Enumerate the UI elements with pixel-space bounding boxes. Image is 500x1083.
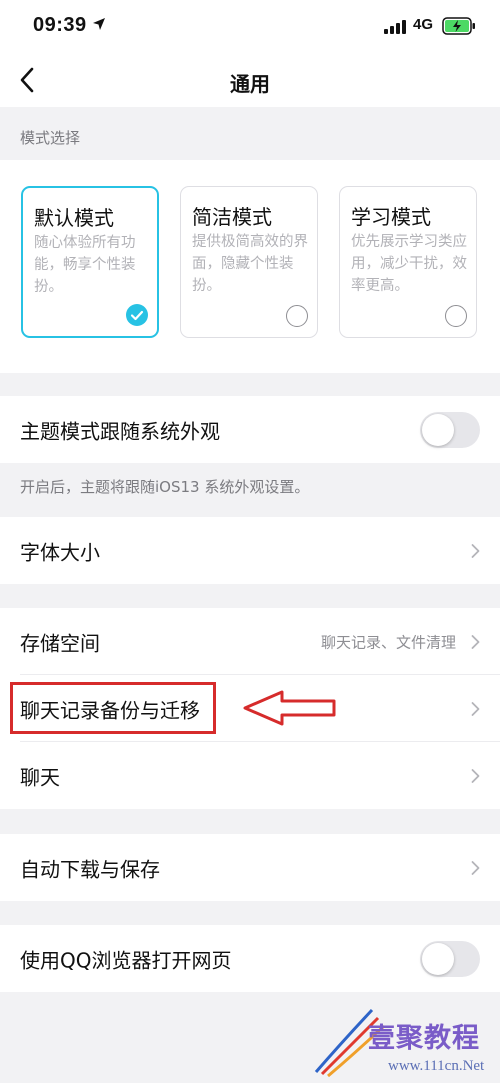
status-time: 09:39 [33,14,87,36]
auto-download-row[interactable]: 自动下载与保存 [0,834,500,901]
theme-follow-toggle[interactable] [420,411,480,448]
mode-title: 学习模式 [351,205,431,229]
theme-follow-system-row: 主题模式跟随系统外观 [0,396,500,463]
chat-row[interactable]: 聊天 [0,742,500,809]
row-label: 字体大小 [20,540,100,564]
mode-description: 优先展示学习类应用，减少干扰，效率更高。 [351,234,467,294]
mode-title: 默认模式 [34,206,114,230]
storage-row[interactable]: 存储空间 聊天记录、文件清理 [0,608,500,675]
row-label: 自动下载与保存 [20,857,160,881]
mode-card-simple[interactable]: 简洁模式 提供极简高效的界面，隐藏个性装扮。 [180,186,318,338]
battery-charging-icon [442,17,475,35]
watermark: 壹聚教程 www.111cn.Net [312,1002,498,1080]
location-arrow-icon [93,18,105,30]
mode-card-study[interactable]: 学习模式 优先展示学习类应用，减少干扰，效率更高。 [339,186,477,338]
chevron-right-icon [471,701,480,716]
checkmark-icon [126,304,148,326]
network-type: 4G [413,16,434,33]
row-label: 聊天 [20,765,60,789]
navigation-bar: 通用 [0,55,500,107]
watermark-url: www.111cn.Net [388,1058,485,1074]
mode-description: 随心体验所有功能，畅享个性装扮。 [34,235,136,295]
row-value: 聊天记录、文件清理 [320,633,456,651]
mode-card-default[interactable]: 默认模式 随心体验所有功能，畅享个性装扮。 [21,186,159,338]
mode-description: 提供极简高效的界面，隐藏个性装扮。 [192,234,308,294]
chevron-right-icon [471,634,480,649]
signal-icon [384,20,406,34]
row-label: 主题模式跟随系统外观 [20,419,220,443]
qq-browser-row: 使用QQ浏览器打开网页 [0,925,500,992]
mode-title: 简洁模式 [192,205,272,229]
mode-selection-panel: 默认模式 随心体验所有功能，畅享个性装扮。 简洁模式 提供极简高效的界面，隐藏个… [0,160,500,373]
chevron-right-icon [471,860,480,875]
chevron-right-icon [471,768,480,783]
page-title: 通用 [230,72,270,96]
row-label: 使用QQ浏览器打开网页 [20,948,232,972]
qq-browser-toggle[interactable] [420,940,480,977]
font-size-row[interactable]: 字体大小 [0,517,500,584]
chevron-right-icon [471,543,480,558]
watermark-text: 壹聚教程 [368,1023,480,1054]
mode-section-caption: 模式选择 [20,129,81,147]
annotation-arrow-icon [243,690,336,726]
theme-follow-note: 开启后，主题将跟随iOS13 系统外观设置。 [20,478,310,496]
status-bar: 09:39 4G [0,0,500,55]
toggle-knob [422,942,454,975]
radio-unchecked-icon [445,305,467,327]
row-label: 存储空间 [20,631,100,655]
radio-unchecked-icon [286,305,308,327]
annotation-highlight-box [10,682,216,734]
toggle-knob [422,413,454,446]
